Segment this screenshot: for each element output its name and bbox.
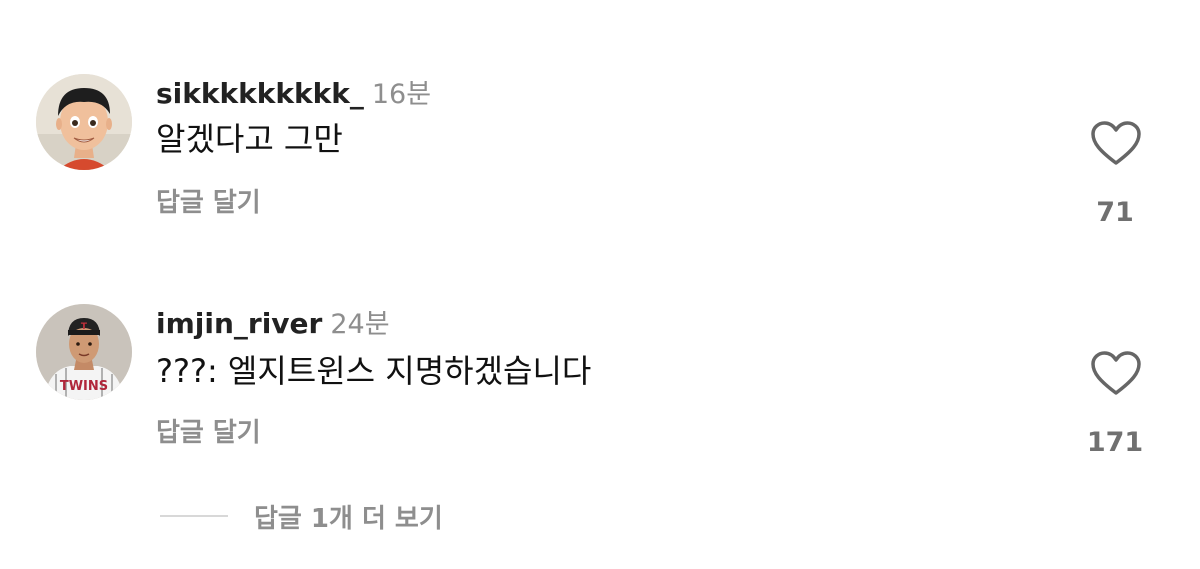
like-count: 171	[1086, 427, 1144, 458]
timestamp: 16분	[371, 79, 432, 110]
like-button[interactable]	[1090, 120, 1142, 166]
heart-outline-icon	[1091, 351, 1141, 395]
like-count: 71	[1096, 197, 1134, 228]
comment-text: 알겠다고 그만	[156, 120, 343, 158]
comment-header: imjin_river 24분	[156, 306, 390, 343]
username[interactable]: imjin_river	[156, 307, 322, 340]
reply-button[interactable]: 답글 달기	[156, 416, 261, 450]
view-more-replies-button[interactable]: 답글 1개 더 보기	[160, 498, 443, 534]
baseball-player-avatar-icon: TWINS T	[36, 304, 132, 400]
like-button[interactable]	[1090, 350, 1142, 396]
svg-text:T: T	[81, 322, 88, 332]
heart-outline-icon	[1091, 121, 1141, 165]
reply-thread-line	[160, 515, 228, 517]
username[interactable]: sikkkkkkkkk_	[156, 77, 364, 110]
avatar[interactable]: TWINS T	[36, 304, 132, 400]
reply-button[interactable]: 답글 달기	[156, 186, 261, 220]
svg-text:TWINS: TWINS	[60, 379, 108, 394]
comment-header: sikkkkkkkkk_ 16분	[156, 76, 431, 113]
avatar[interactable]	[36, 74, 132, 170]
comment-text: ???: 엘지트윈스 지명하겠습니다	[156, 352, 592, 390]
cartoon-boy-avatar-icon	[36, 74, 132, 170]
timestamp: 24분	[330, 309, 390, 340]
view-more-replies-label: 답글 1개 더 보기	[254, 503, 443, 534]
